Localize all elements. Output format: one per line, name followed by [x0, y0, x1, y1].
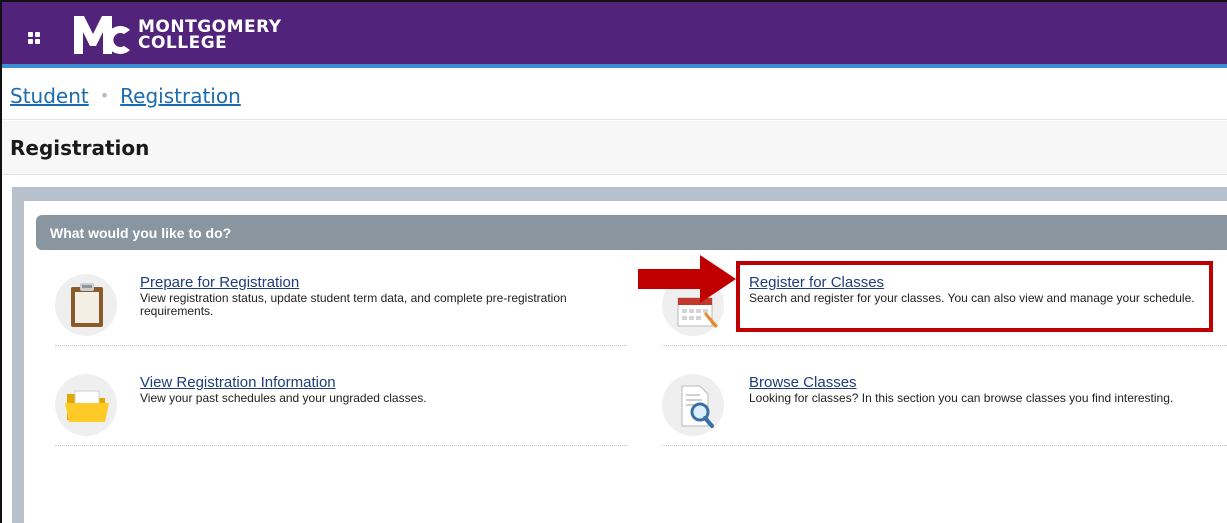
app-frame: MONTGOMERY COLLEGE Student • Registratio… — [0, 0, 1227, 523]
red-arrow-icon — [638, 255, 736, 303]
breadcrumb: Student • Registration — [2, 72, 1227, 120]
clipboard-icon — [71, 283, 103, 327]
magnifier-document-icon — [681, 385, 714, 428]
tile-view-registration-info: View Registration Information View your … — [55, 374, 645, 446]
tile-divider — [662, 445, 1227, 446]
tile-description: Looking for classes? In this section you… — [749, 391, 1174, 405]
logo-text: MONTGOMERY COLLEGE — [138, 19, 282, 53]
logo-line-2: COLLEGE — [138, 33, 228, 53]
top-header: MONTGOMERY COLLEGE — [2, 2, 1227, 68]
breadcrumb-student[interactable]: Student — [10, 84, 89, 108]
mc-logo-icon — [74, 16, 130, 54]
page-title: Registration — [10, 135, 150, 160]
panel-header: What would you like to do? — [36, 215, 1227, 250]
tile-divider — [55, 345, 627, 346]
folder-icon — [65, 390, 109, 422]
tile-description: View your past schedules and your ungrad… — [140, 391, 427, 405]
tile-browse-classes: Browse Classes Looking for classes? In t… — [662, 374, 1227, 446]
app-grid-icon[interactable] — [28, 32, 40, 44]
college-logo[interactable]: MONTGOMERY COLLEGE — [72, 10, 282, 60]
tile-divider — [55, 445, 627, 446]
tile-divider — [662, 345, 1227, 346]
browse-classes-link[interactable]: Browse Classes — [749, 374, 857, 391]
view-registration-information-link[interactable]: View Registration Information — [140, 374, 336, 391]
highlight-box — [736, 261, 1213, 332]
prepare-for-registration-link[interactable]: Prepare for Registration — [140, 274, 299, 291]
breadcrumb-registration[interactable]: Registration — [120, 84, 241, 108]
page-title-bar: Registration — [2, 121, 1227, 175]
tile-prepare-registration: Prepare for Registration View registrati… — [55, 274, 645, 346]
tile-description: View registration status, update student… — [140, 291, 567, 318]
content-area: What would you like to do? — [12, 187, 1227, 523]
panel-heading: What would you like to do? — [50, 224, 232, 241]
breadcrumb-separator: • — [99, 86, 110, 105]
